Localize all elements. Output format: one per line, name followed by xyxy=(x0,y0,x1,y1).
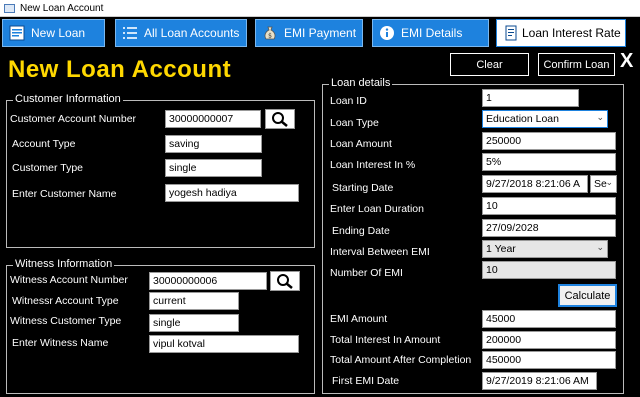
witness-account-number-label: Witness Account Number xyxy=(10,274,128,286)
total-amount-label: Total Amount After Completion xyxy=(330,354,472,366)
chevron-down-icon: ⌄ xyxy=(605,177,613,187)
total-interest-label: Total Interest In Amount xyxy=(330,334,441,346)
tab-label: All Loan Accounts xyxy=(144,26,240,40)
witness-account-type-field[interactable]: current xyxy=(149,292,239,310)
loan-interest-label: Loan Interest In % xyxy=(330,159,416,171)
emi-interval-select[interactable]: 1 Year ⌄ xyxy=(482,240,608,258)
group-title: Customer Information xyxy=(13,93,123,105)
svg-text:$: $ xyxy=(268,33,272,40)
loan-id-field[interactable]: 1 xyxy=(482,89,579,107)
emi-amount-field[interactable]: 45000 xyxy=(482,310,616,328)
num-emi-label: Number Of EMI xyxy=(330,267,403,279)
customer-type-field[interactable]: single xyxy=(165,159,262,177)
tab-label: Loan Interest Rate xyxy=(522,26,621,40)
customer-type-label: Customer Type xyxy=(12,162,84,174)
ending-date-field[interactable]: 27/09/2028 xyxy=(482,219,616,237)
money-bag-icon: $ xyxy=(262,25,278,41)
num-emi-field: 10 xyxy=(482,261,616,279)
customer-account-number-input[interactable]: 30000000007 xyxy=(165,110,261,128)
loan-id-label: Loan ID xyxy=(330,95,367,107)
total-interest-field[interactable]: 200000 xyxy=(482,331,616,349)
total-amount-field[interactable]: 450000 xyxy=(482,351,616,369)
starting-date-label: Starting Date xyxy=(332,182,394,194)
tab-loan-interest-rate[interactable]: Loan Interest Rate xyxy=(496,19,626,47)
loan-interest-input[interactable]: 5% xyxy=(482,153,616,171)
tab-label: EMI Payment xyxy=(284,26,357,40)
search-icon xyxy=(277,274,293,289)
loan-duration-input[interactable]: 10 xyxy=(482,197,616,215)
loan-amount-input[interactable]: 250000 xyxy=(482,132,616,150)
close-button[interactable]: X xyxy=(620,50,633,73)
witness-search-button[interactable] xyxy=(270,271,300,291)
first-emi-date-field[interactable]: 9/27/2019 8:21:06 AM xyxy=(482,372,597,390)
tab-label: EMI Details xyxy=(401,26,463,40)
witness-customer-type-field[interactable]: single xyxy=(149,314,239,332)
app-icon xyxy=(4,3,15,13)
tab-new-loan[interactable]: New Loan xyxy=(2,19,105,47)
clear-button[interactable]: Clear xyxy=(450,53,529,76)
customer-search-button[interactable] xyxy=(265,109,295,129)
info-icon xyxy=(379,25,395,41)
form-icon xyxy=(9,25,25,41)
account-type-field[interactable]: saving xyxy=(165,135,262,153)
page-title: New Loan Account xyxy=(8,56,232,83)
emi-amount-label: EMI Amount xyxy=(330,313,388,325)
witness-account-number-input[interactable]: 30000000006 xyxy=(149,272,267,290)
witness-account-type-label: Witnessr Account Type xyxy=(12,295,119,307)
tab-all-loan-accounts[interactable]: All Loan Accounts xyxy=(115,19,247,47)
search-icon xyxy=(272,112,288,127)
calculate-button[interactable]: Calculate xyxy=(558,284,617,307)
customer-account-number-label: Customer Account Number xyxy=(10,113,137,125)
account-type-label: Account Type xyxy=(12,138,76,150)
witness-name-label: Enter Witness Name xyxy=(12,337,109,349)
group-title: Witness Information xyxy=(13,258,115,270)
loan-amount-label: Loan Amount xyxy=(330,138,392,150)
starting-date-picker[interactable]: 9/27/2018 8:21:06 A xyxy=(482,175,588,193)
selected-value: Education Loan xyxy=(486,113,559,125)
ending-date-label: Ending Date xyxy=(332,225,390,237)
confirm-loan-button[interactable]: Confirm Loan xyxy=(538,53,615,76)
loan-type-label: Loan Type xyxy=(330,117,379,129)
selected-value: 1 Year xyxy=(486,243,516,255)
witness-customer-type-label: Witness Customer Type xyxy=(10,315,122,327)
witness-name-input[interactable]: vipul kotval xyxy=(149,335,299,353)
document-icon xyxy=(503,25,519,41)
customer-name-input[interactable]: yogesh hadiya xyxy=(165,184,299,202)
customer-name-label: Enter Customer Name xyxy=(12,188,117,200)
loan-type-select[interactable]: Education Loan ⌄ xyxy=(482,110,608,128)
window-title: New Loan Account xyxy=(20,2,104,14)
loan-duration-label: Enter Loan Duration xyxy=(330,203,424,215)
tab-emi-payment[interactable]: $ EMI Payment xyxy=(255,19,363,47)
emi-interval-label: Interval Between EMI xyxy=(330,246,430,258)
first-emi-date-label: First EMI Date xyxy=(332,375,400,387)
window-titlebar: New Loan Account xyxy=(0,0,640,17)
chevron-down-icon: ⌄ xyxy=(596,112,604,122)
list-icon xyxy=(122,25,138,41)
tab-label: New Loan xyxy=(31,26,86,40)
group-title: Loan details xyxy=(329,77,393,89)
chevron-down-icon: ⌄ xyxy=(596,242,604,252)
tab-emi-details[interactable]: EMI Details xyxy=(372,19,489,47)
starting-date-dropdown[interactable]: Se ⌄ xyxy=(590,175,617,193)
